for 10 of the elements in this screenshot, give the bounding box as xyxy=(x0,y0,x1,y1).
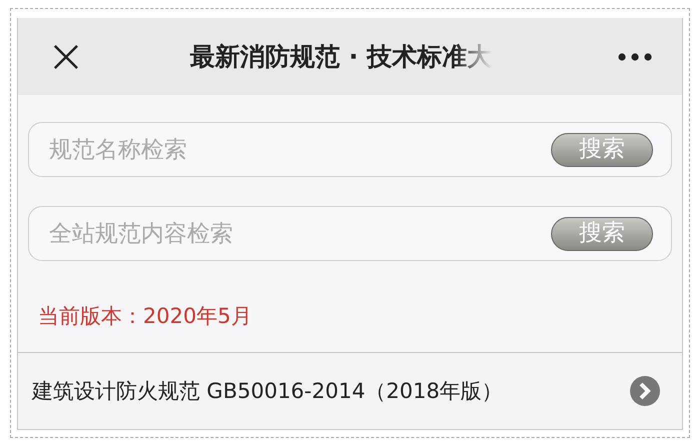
close-icon[interactable] xyxy=(53,44,79,70)
list-item[interactable]: 建筑设计防火规范 GB50016-2014（2018年版） xyxy=(32,377,630,405)
search-button[interactable]: 搜索 xyxy=(551,216,653,250)
chevron-right-icon[interactable] xyxy=(630,376,660,406)
search-button[interactable]: 搜索 xyxy=(551,132,653,166)
more-icon[interactable] xyxy=(618,52,652,60)
window-title: 最新消防规范 · 技术标准大 xyxy=(190,41,492,73)
search-field[interactable]: 全站规范内容检索 搜索 xyxy=(28,206,672,261)
search-field[interactable]: 规范名称检索 搜索 xyxy=(28,122,672,177)
version-text: 当前版本：2020年5月 xyxy=(38,303,253,330)
